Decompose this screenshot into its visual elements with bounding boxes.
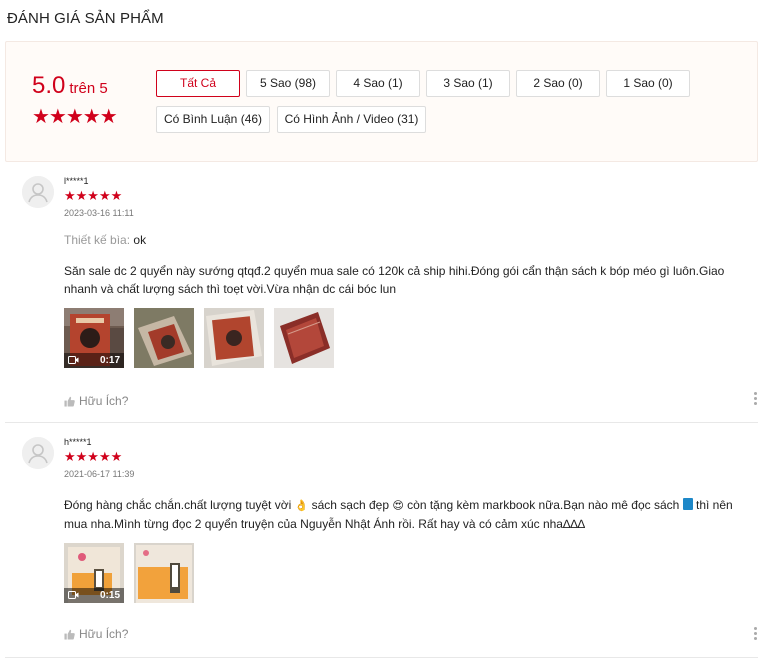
avatar	[22, 437, 54, 469]
filter-with-comment-button[interactable]: Có Bình Luận (46)	[156, 106, 270, 133]
avatar	[22, 176, 54, 208]
user-silhouette-icon	[22, 176, 54, 208]
review-stars: ★★★★★	[64, 188, 123, 203]
review-media: 0:15	[64, 543, 194, 603]
review-date: 2021-06-17 11:39	[64, 469, 135, 479]
video-duration: 0:17	[99, 355, 120, 366]
filter-5-star-button[interactable]: 5 Sao (98)	[246, 70, 330, 97]
more-options-button[interactable]	[752, 627, 758, 643]
review-attribute: Thiết kế bìa: ok	[64, 233, 146, 247]
review-item: l*****1 ★★★★★ 2023-03-16 11:11 Thiết kế …	[5, 176, 758, 423]
filter-4-star-button[interactable]: 4 Sao (1)	[336, 70, 420, 97]
thumbs-up-icon	[64, 396, 75, 407]
heart-eyes-emoji: 😍	[392, 500, 404, 512]
review-photo-thumbnail[interactable]	[274, 308, 334, 368]
video-duration-bar: 0:15	[64, 588, 124, 603]
overall-score: 5.0 trên 5 ★★★★★	[32, 72, 122, 129]
review-video-thumbnail[interactable]: 0:17	[64, 308, 124, 368]
more-options-button[interactable]	[752, 392, 758, 408]
score-suffix: trên 5	[69, 80, 108, 97]
book-photo-image	[134, 543, 194, 603]
filter-with-media-button[interactable]: Có Hình Ảnh / Video (31)	[277, 106, 426, 133]
helpful-label: Hữu Ích?	[79, 627, 129, 641]
video-duration: 0:15	[99, 590, 120, 601]
reviewer-name[interactable]: l*****1	[64, 176, 89, 186]
user-silhouette-icon	[22, 437, 54, 469]
book-photo-image	[204, 308, 264, 368]
thumbs-up-icon	[64, 629, 75, 640]
video-camera-icon	[68, 356, 79, 364]
filter-3-star-button[interactable]: 3 Sao (1)	[426, 70, 510, 97]
review-text-part: Đóng hàng chắc chắn.chất lượng tuyệt vời	[64, 498, 295, 512]
filter-2-star-button[interactable]: 2 Sao (0)	[516, 70, 600, 97]
score-value: 5.0	[32, 72, 66, 99]
video-duration-bar: 0:17	[64, 353, 124, 368]
review-item: h*****1 ★★★★★ 2021-06-17 11:39 Đóng hàng…	[5, 437, 758, 658]
filter-all-button[interactable]: Tất Cả	[156, 70, 240, 97]
section-title: ĐÁNH GIÁ SẢN PHẨM	[7, 10, 164, 27]
review-date: 2023-03-16 11:11	[64, 208, 134, 218]
review-text-part: còn tặng kèm markbook nữa.Bạn nào mê đọc…	[403, 498, 683, 512]
reviewer-name[interactable]: h*****1	[64, 437, 92, 447]
book-photo-image	[134, 308, 194, 368]
helpful-button[interactable]: Hữu Ích?	[64, 394, 128, 408]
review-video-thumbnail[interactable]: 0:15	[64, 543, 124, 603]
review-text-part: sách sạch đẹp	[308, 498, 393, 512]
filter-1-star-button[interactable]: 1 Sao (0)	[606, 70, 690, 97]
review-photo-thumbnail[interactable]	[204, 308, 264, 368]
attribute-value: ok	[133, 233, 147, 247]
helpful-label: Hữu Ích?	[79, 394, 129, 408]
review-text: Đóng hàng chắc chắn.chất lượng tuyệt vời…	[64, 496, 754, 533]
review-stars: ★★★★★	[64, 449, 123, 464]
review-photo-thumbnail[interactable]	[134, 543, 194, 603]
video-camera-icon	[68, 591, 79, 599]
book-photo-image	[274, 308, 334, 368]
review-text: Săn sale dc 2 quyển này sướng qtqđ.2 quy…	[64, 264, 725, 296]
rating-summary: 5.0 trên 5 ★★★★★ Tất Cả 5 Sao (98) 4 Sao …	[5, 41, 758, 162]
overall-stars: ★★★★★	[32, 106, 118, 128]
ok-hand-emoji: 👌	[294, 500, 309, 512]
helpful-button[interactable]: Hữu Ích?	[64, 627, 128, 641]
attribute-label: Thiết kế bìa:	[64, 233, 131, 247]
review-photo-thumbnail[interactable]	[134, 308, 194, 368]
review-media: 0:17	[64, 308, 334, 368]
blue-book-icon	[682, 498, 693, 510]
